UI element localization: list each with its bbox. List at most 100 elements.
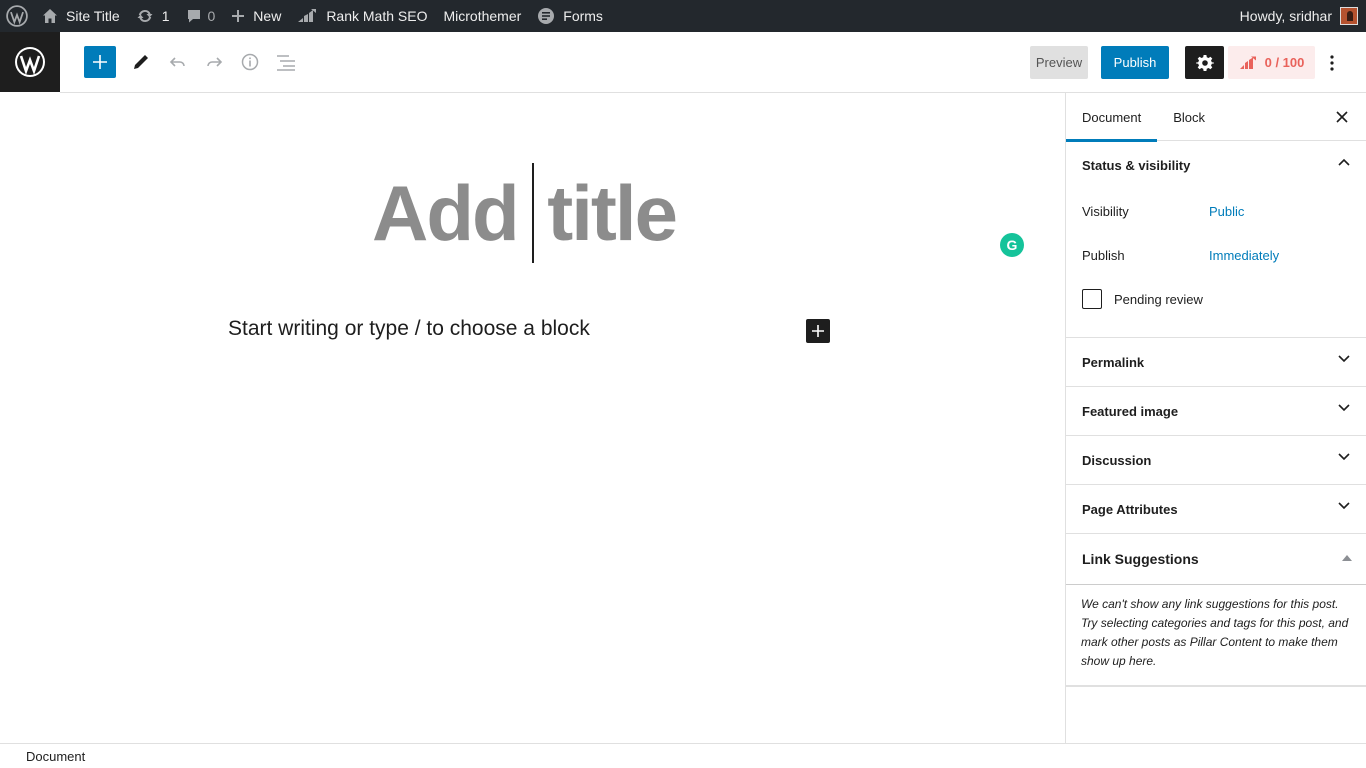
permalink-panel: Permalink [1066, 338, 1366, 387]
comment-icon [187, 10, 200, 23]
redo-icon [207, 57, 223, 67]
post-title-field[interactable]: Add title [372, 163, 678, 263]
tools-button[interactable] [125, 46, 157, 78]
more-options-button[interactable] [1322, 46, 1342, 79]
publish-label: Publish [1082, 247, 1125, 263]
undo-icon [169, 57, 185, 67]
publish-row: Publish Immediately [1082, 233, 1350, 277]
pending-review-checkbox[interactable] [1082, 289, 1102, 309]
add-block-button[interactable] [84, 46, 116, 78]
panel-title: Page Attributes [1082, 501, 1178, 517]
tab-document[interactable]: Document [1066, 93, 1158, 142]
rank-math-score-button[interactable]: 0 / 100 [1228, 46, 1315, 79]
refresh-icon [137, 9, 153, 23]
pencil-icon [134, 55, 148, 69]
chevron-down-icon [1338, 502, 1350, 510]
triangle-up-icon [1342, 555, 1352, 561]
visibility-toggle[interactable]: Public [1209, 204, 1244, 219]
close-sidebar-button[interactable] [1330, 105, 1354, 129]
page-attributes-toggle[interactable]: Page Attributes [1066, 485, 1366, 533]
visibility-row: Visibility Public [1082, 189, 1350, 233]
link-suggestions-panel: Link Suggestions We can't show any link … [1066, 534, 1366, 687]
link-suggestions-toggle[interactable]: Link Suggestions [1066, 534, 1366, 585]
plus-icon [93, 55, 107, 69]
publish-date-toggle[interactable]: Immediately [1209, 248, 1279, 263]
more-vertical-icon [1330, 54, 1334, 71]
block-navigation-button[interactable] [270, 46, 302, 78]
greeting: Howdy, sridhar [1239, 8, 1332, 24]
microthemer-link[interactable]: Microthemer [435, 0, 529, 32]
gear-icon [1195, 54, 1214, 71]
updates-link[interactable]: 1 [128, 0, 178, 32]
panel-title: Discussion [1082, 452, 1152, 468]
settings-sidebar: Document Block Status & visibility Visib… [1065, 93, 1366, 743]
grammarly-icon[interactable]: G [1000, 233, 1024, 257]
rank-math-icon [1239, 56, 1256, 69]
panel-title: Link Suggestions [1082, 551, 1199, 567]
panel-title: Featured image [1082, 403, 1179, 419]
info-icon [241, 53, 259, 71]
avatar [1340, 7, 1358, 25]
wordpress-logo-button[interactable] [0, 32, 60, 92]
featured-image-panel: Featured image [1066, 387, 1366, 436]
redo-button[interactable] [198, 46, 230, 78]
discussion-panel: Discussion [1066, 436, 1366, 485]
wordpress-logo-icon [15, 47, 45, 77]
undo-button[interactable] [162, 46, 194, 78]
close-icon [1336, 111, 1348, 123]
chevron-down-icon [1338, 453, 1350, 461]
tab-block[interactable]: Block [1157, 93, 1221, 141]
home-icon [43, 9, 57, 23]
rank-math-menu[interactable]: Rank Math SEO [289, 0, 435, 32]
chevron-down-icon [1338, 404, 1350, 412]
visibility-label: Visibility [1082, 203, 1129, 219]
site-title: Site Title [66, 8, 120, 24]
my-account-menu[interactable]: Howdy, sridhar [1232, 0, 1366, 32]
chevron-down-icon [1338, 355, 1350, 363]
discussion-toggle[interactable]: Discussion [1066, 436, 1366, 484]
permalink-toggle[interactable]: Permalink [1066, 338, 1366, 386]
pending-review-row: Pending review [1082, 277, 1350, 321]
editor-canvas: Add title G Start writing or type / to c… [0, 93, 1065, 743]
panel-title: Status & visibility [1082, 157, 1191, 173]
rank-math-icon [298, 9, 317, 22]
rank-math-label: Rank Math SEO [326, 8, 428, 24]
sidebar-tabs: Document Block [1066, 93, 1366, 142]
site-name-link[interactable]: Site Title [34, 0, 128, 32]
forms-label: Forms [563, 8, 603, 24]
admin-bar: Site Title 1 0 New Rank Math SEO Microth… [0, 0, 1366, 32]
panel-title: Permalink [1082, 354, 1145, 370]
featured-image-toggle[interactable]: Featured image [1066, 387, 1366, 435]
publish-button[interactable]: Publish [1101, 46, 1169, 79]
new-content-link[interactable]: New [223, 0, 289, 32]
forms-menu[interactable]: Forms [529, 0, 611, 32]
wordpress-menu[interactable] [0, 0, 34, 32]
editor-toolbar: Preview Publish 0 / 100 [60, 32, 1366, 93]
status-visibility-toggle[interactable]: Status & visibility [1066, 141, 1366, 189]
updates-count: 1 [161, 8, 170, 24]
plus-icon [232, 10, 245, 22]
comments-link[interactable]: 0 [178, 0, 224, 32]
link-suggestions-message: We can't show any link suggestions for t… [1066, 585, 1366, 687]
settings-button[interactable] [1185, 46, 1224, 79]
preview-button[interactable]: Preview [1030, 46, 1088, 79]
status-visibility-panel: Status & visibility Visibility Public Pu… [1066, 141, 1366, 338]
forms-icon [538, 8, 555, 24]
wordpress-icon [6, 5, 28, 27]
plus-icon [812, 325, 824, 337]
inline-add-block-button[interactable] [806, 319, 830, 343]
pending-review-label[interactable]: Pending review [1114, 292, 1203, 307]
microthemer-label: Microthemer [443, 8, 522, 24]
breadcrumb-document[interactable]: Document [26, 749, 85, 764]
comments-count: 0 [207, 8, 216, 24]
default-block-appender[interactable]: Start writing or type / to choose a bloc… [228, 317, 590, 341]
text-caret [532, 163, 534, 263]
chevron-up-icon [1338, 158, 1350, 166]
list-view-icon [277, 55, 295, 71]
title-placeholder: Add title [372, 168, 678, 257]
content-structure-button[interactable] [234, 46, 266, 78]
seo-score: 0 / 100 [1264, 55, 1305, 70]
new-label: New [253, 8, 282, 24]
page-attributes-panel: Page Attributes [1066, 485, 1366, 534]
block-breadcrumb-bar: Document [0, 743, 1366, 768]
